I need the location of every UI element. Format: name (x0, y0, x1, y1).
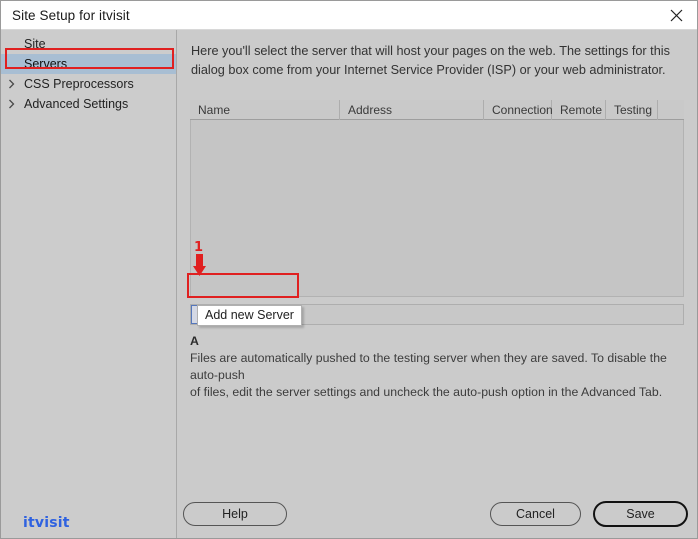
main-panel: Here you'll select the server that will … (178, 30, 697, 538)
site-setup-dialog: Site Setup for itvisit Site Servers CSS … (0, 0, 698, 539)
column-header-address[interactable]: Address (340, 100, 484, 120)
help-button[interactable]: Help (183, 502, 287, 526)
server-list[interactable] (190, 120, 684, 297)
sidebar: Site Servers CSS Preprocessors Advanced … (1, 30, 177, 538)
column-header-testing[interactable]: Testing (606, 100, 658, 120)
sidebar-item-label: Site (24, 37, 46, 51)
title-bar: Site Setup for itvisit (1, 1, 697, 30)
sidebar-nav-list: Site Servers CSS Preprocessors Advanced … (1, 30, 176, 114)
window-title: Site Setup for itvisit (12, 8, 130, 23)
auto-push-note-line-1: Files are automatically pushed to the te… (190, 351, 667, 382)
watermark: itvisit (23, 515, 70, 531)
intro-text: Here you'll select the server that will … (191, 44, 670, 77)
sidebar-item-site[interactable]: Site (1, 34, 176, 54)
column-header-connection[interactable]: Connection (484, 100, 553, 120)
chevron-right-icon[interactable] (1, 79, 22, 89)
sidebar-item-advanced-settings[interactable]: Advanced Settings (1, 94, 176, 114)
sidebar-item-servers[interactable]: Servers (1, 54, 176, 74)
column-header-name[interactable]: Name (190, 100, 340, 120)
server-table-header: Name Address Connection Remote Testing (190, 100, 684, 120)
chevron-right-icon[interactable] (1, 99, 22, 109)
column-header-spacer (658, 100, 682, 120)
tooltip: Add new Server (197, 305, 302, 326)
sidebar-item-label: Advanced Settings (24, 97, 129, 111)
sidebar-item-css-preprocessors[interactable]: CSS Preprocessors (1, 74, 176, 94)
sidebar-item-label: Servers (24, 57, 68, 71)
save-button[interactable]: Save (593, 501, 688, 527)
auto-push-note-heading: A (190, 334, 199, 348)
auto-push-note-line-2: of files, edit the server settings and u… (190, 385, 663, 399)
auto-push-note: A Files are automatically pushed to the … (190, 333, 684, 401)
cancel-button[interactable]: Cancel (490, 502, 581, 526)
column-header-remote[interactable]: Remote (552, 100, 606, 120)
close-icon[interactable] (654, 1, 697, 29)
sidebar-item-label: CSS Preprocessors (24, 77, 134, 91)
